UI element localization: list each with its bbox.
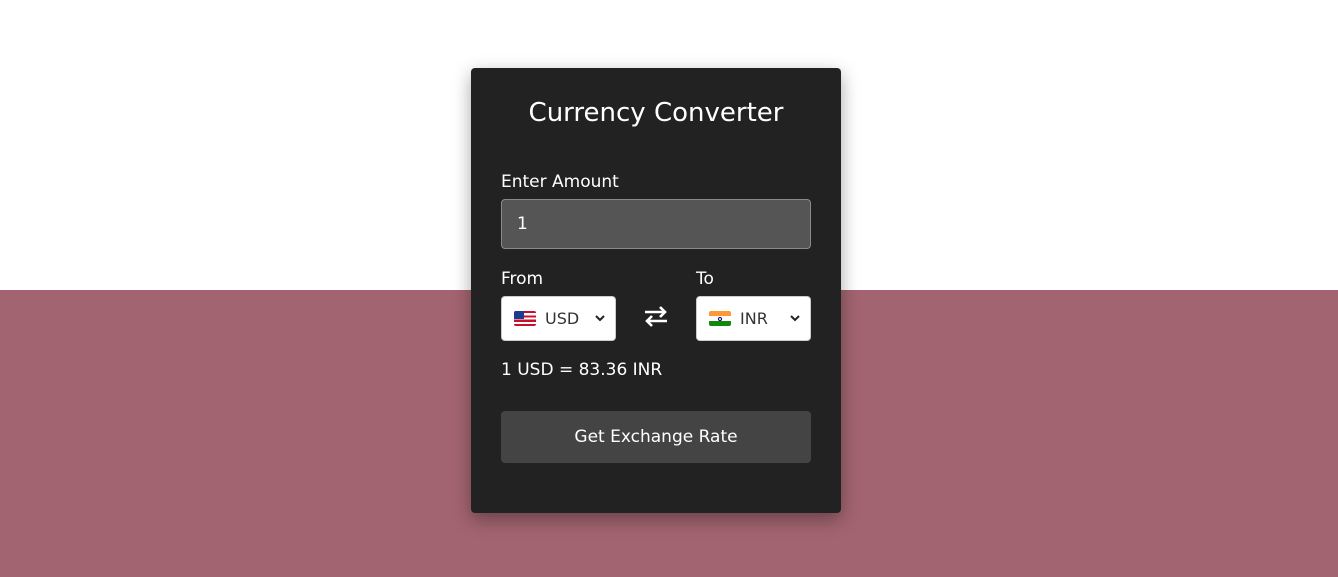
from-label: From bbox=[501, 269, 544, 289]
amount-input[interactable] bbox=[501, 199, 811, 249]
exchange-rate-text: 1 USD = 83.36 INR bbox=[501, 360, 663, 380]
to-currency-code: INR bbox=[740, 309, 768, 328]
chevron-down-icon bbox=[595, 314, 605, 324]
us-flag-icon bbox=[514, 311, 536, 326]
chevron-down-icon bbox=[790, 314, 800, 324]
swap-arrows-icon[interactable] bbox=[643, 304, 669, 332]
to-label: To bbox=[696, 269, 714, 289]
from-currency-code: USD bbox=[545, 309, 580, 328]
from-currency-select[interactable]: USD bbox=[501, 296, 616, 341]
converter-card: Currency Converter Enter Amount From To … bbox=[471, 68, 841, 513]
to-currency-select[interactable]: INR bbox=[696, 296, 811, 341]
page-title: Currency Converter bbox=[528, 98, 784, 128]
india-flag-icon bbox=[709, 311, 731, 326]
get-exchange-rate-button[interactable]: Get Exchange Rate bbox=[501, 411, 811, 463]
amount-label: Enter Amount bbox=[501, 172, 619, 192]
